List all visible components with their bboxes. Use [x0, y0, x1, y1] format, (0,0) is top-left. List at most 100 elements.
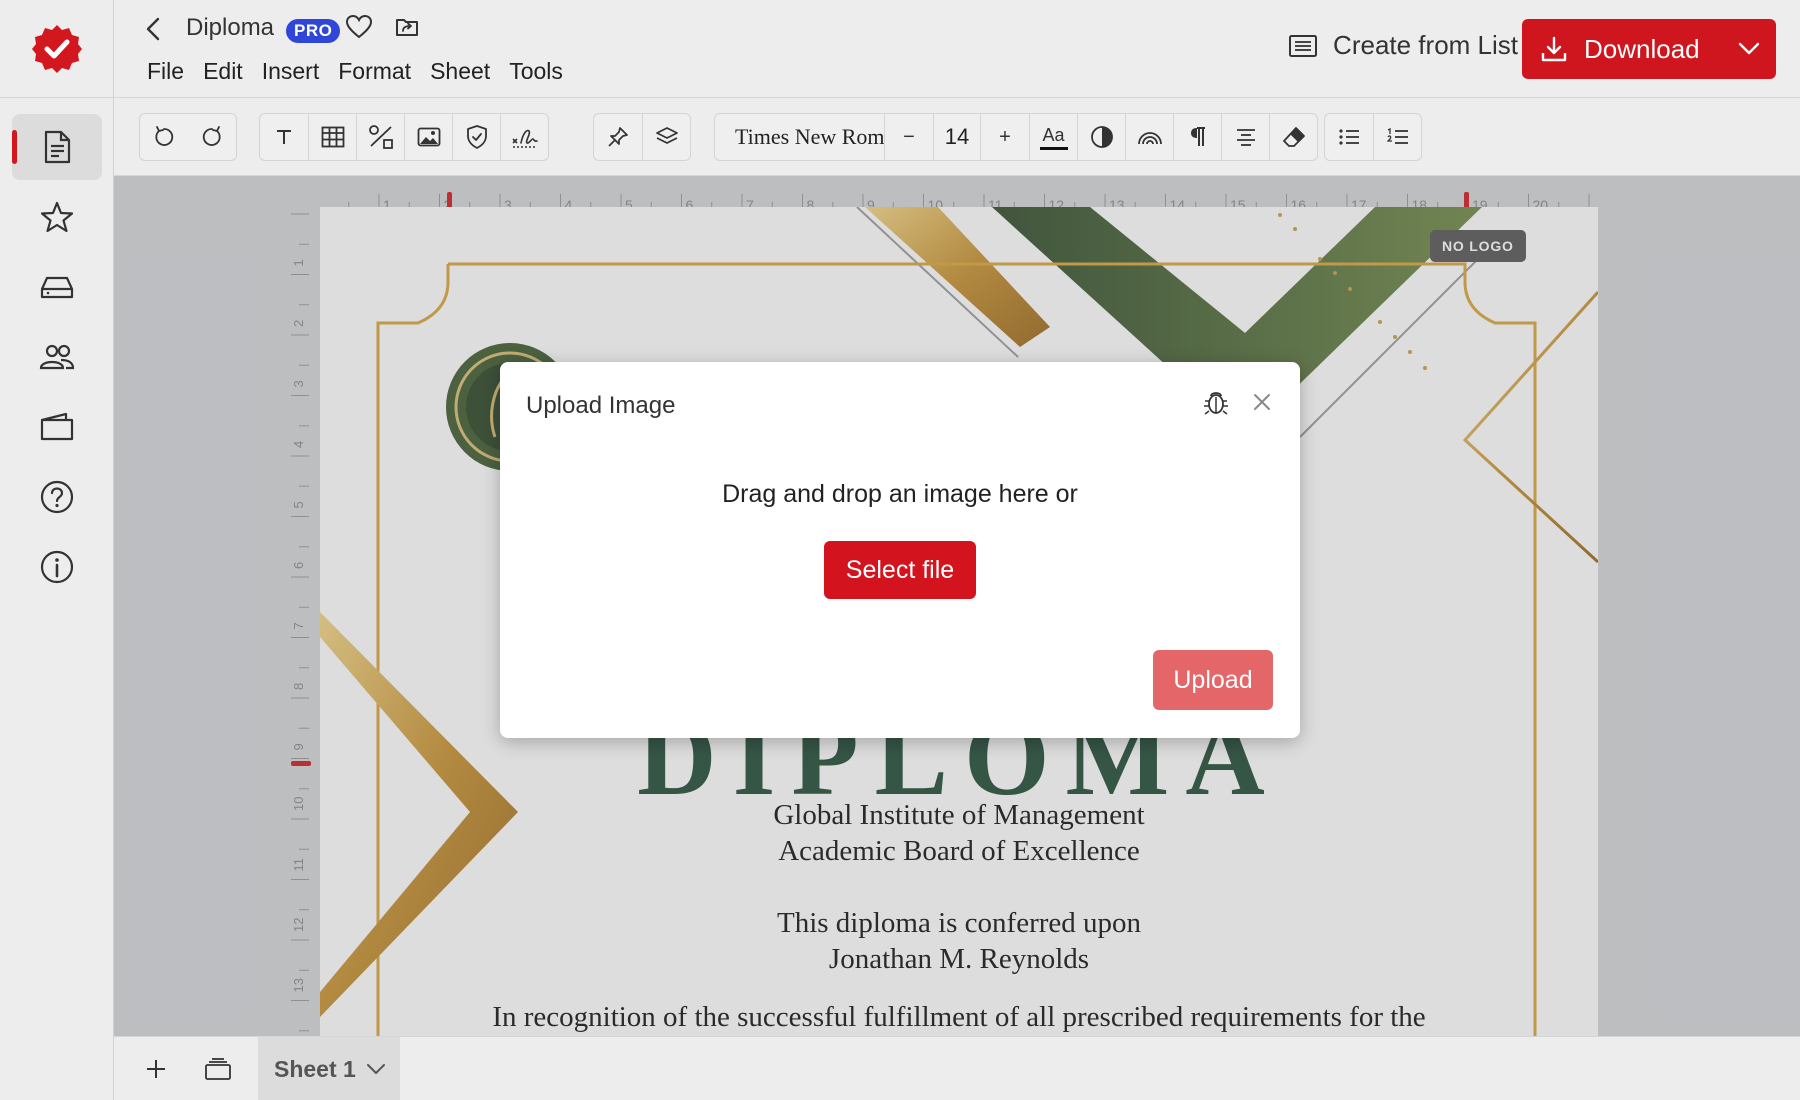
- toolbar: Times New Roman − 14 + Aa: [114, 98, 1800, 176]
- wallet-icon: [40, 412, 74, 441]
- arrange-group: [593, 113, 691, 161]
- download-icon: [1540, 35, 1568, 63]
- font-size-input[interactable]: 14: [933, 114, 981, 160]
- report-bug-button[interactable]: [1200, 386, 1232, 418]
- font-size-increase-button[interactable]: +: [981, 114, 1029, 160]
- numbered-list-icon: [1386, 128, 1408, 144]
- sheet-bar: Sheet 1: [114, 1036, 1800, 1100]
- menu-tools[interactable]: Tools: [509, 58, 563, 85]
- list-icon: [1289, 34, 1318, 57]
- bullet-list-button[interactable]: [1325, 114, 1373, 160]
- text-tool-button[interactable]: [260, 114, 308, 160]
- align-center-button[interactable]: [1221, 114, 1269, 160]
- sidebar-info[interactable]: [12, 534, 102, 600]
- signature-icon: [511, 129, 538, 148]
- font-size-decrease-button[interactable]: −: [885, 114, 933, 160]
- sheet-tab-label: Sheet 1: [274, 1055, 356, 1082]
- star-icon: [40, 201, 74, 233]
- rainbow-icon: [1137, 132, 1162, 145]
- bug-icon: [1204, 392, 1228, 415]
- back-button[interactable]: [140, 14, 166, 44]
- chevron-left-icon: [146, 17, 160, 41]
- sheets-overview-button[interactable]: [200, 1051, 236, 1087]
- clear-format-button[interactable]: [1269, 114, 1317, 160]
- sidebar-favorites[interactable]: [12, 184, 102, 250]
- dialog-title: Upload Image: [526, 392, 676, 419]
- shapes-tool-button[interactable]: [356, 114, 404, 160]
- text-case-label: Aa: [1042, 124, 1065, 145]
- layers-button[interactable]: [642, 114, 690, 160]
- eraser-icon: [1282, 127, 1305, 147]
- pin-icon: [608, 127, 628, 147]
- plus-icon: [147, 1060, 165, 1078]
- curve-text-button[interactable]: [1125, 114, 1173, 160]
- sidebar-documents[interactable]: [12, 114, 102, 180]
- close-icon: [1254, 394, 1270, 410]
- menu-insert[interactable]: Insert: [262, 58, 320, 85]
- menu-edit[interactable]: Edit: [203, 58, 243, 85]
- font-family-select[interactable]: Times New Roman: [715, 114, 885, 160]
- pro-badge: PRO: [286, 19, 341, 43]
- sidebar-drive[interactable]: [12, 254, 102, 320]
- sidebar-wallet[interactable]: [12, 394, 102, 460]
- upload-image-dialog: Upload Image Drag and drop an image here…: [500, 362, 1300, 738]
- paragraph-button[interactable]: [1173, 114, 1221, 160]
- create-from-list-button[interactable]: Create from List: [1289, 30, 1518, 61]
- badge-check-icon: [32, 24, 82, 73]
- download-button[interactable]: Download: [1522, 19, 1776, 79]
- text-icon: [277, 130, 291, 144]
- close-button[interactable]: [1246, 386, 1278, 418]
- chevron-down-icon[interactable]: [1736, 35, 1762, 61]
- image-icon: [417, 127, 440, 147]
- left-sidebar: [0, 0, 114, 1100]
- list-group: [1324, 113, 1422, 161]
- image-tool-button[interactable]: [404, 114, 452, 160]
- undo-icon: [155, 126, 174, 146]
- format-group: Times New Roman − 14 + Aa: [714, 113, 1318, 161]
- table-tool-button[interactable]: [308, 114, 356, 160]
- history-group: [139, 113, 237, 161]
- redo-button[interactable]: [188, 114, 236, 160]
- heart-icon: [346, 15, 372, 39]
- document-title[interactable]: Diploma: [186, 14, 274, 42]
- chevron-down-icon[interactable]: [366, 1062, 386, 1076]
- select-file-button[interactable]: Select file: [824, 541, 976, 599]
- contrast-button[interactable]: [1077, 114, 1125, 160]
- header: Diploma PRO File Edit Insert Format Shee…: [114, 0, 1800, 98]
- signature-tool-button[interactable]: [500, 114, 548, 160]
- contrast-icon: [1090, 126, 1113, 148]
- undo-button[interactable]: [140, 114, 188, 160]
- numbered-list-button[interactable]: [1373, 114, 1421, 160]
- pin-button[interactable]: [594, 114, 642, 160]
- folder-share-icon: [396, 19, 418, 36]
- menu-file[interactable]: File: [147, 58, 184, 85]
- align-center-icon: [1236, 129, 1255, 146]
- add-sheet-button[interactable]: [138, 1051, 174, 1087]
- app-logo[interactable]: [0, 0, 114, 98]
- favorite-button[interactable]: [344, 12, 374, 42]
- text-case-button[interactable]: Aa: [1029, 114, 1077, 160]
- create-from-list-label: Create from List: [1333, 30, 1518, 60]
- info-icon: [40, 550, 74, 584]
- menu-sheet[interactable]: Sheet: [430, 58, 490, 85]
- seal-tool-button[interactable]: [452, 114, 500, 160]
- menu-bar: File Edit Insert Format Sheet Tools: [147, 58, 563, 85]
- help-icon: [40, 480, 74, 514]
- text-color-bar: [1039, 146, 1068, 150]
- users-icon: [39, 344, 75, 370]
- bullet-list-icon: [1339, 129, 1359, 145]
- sidebar-help[interactable]: [12, 464, 102, 530]
- stack-icon: [205, 1058, 231, 1080]
- layers-icon: [655, 127, 678, 144]
- drop-zone-prompt[interactable]: Drag and drop an image here or: [500, 480, 1300, 509]
- upload-button[interactable]: Upload: [1153, 650, 1273, 710]
- table-icon: [321, 126, 344, 148]
- download-label: Download: [1584, 33, 1700, 64]
- insert-group: [259, 113, 549, 161]
- sheet-tab-1[interactable]: Sheet 1: [258, 1037, 400, 1100]
- document-icon: [44, 130, 71, 164]
- shield-check-icon: [466, 125, 487, 149]
- sidebar-team[interactable]: [12, 324, 102, 390]
- move-to-folder-button[interactable]: [392, 12, 422, 42]
- menu-format[interactable]: Format: [338, 58, 411, 85]
